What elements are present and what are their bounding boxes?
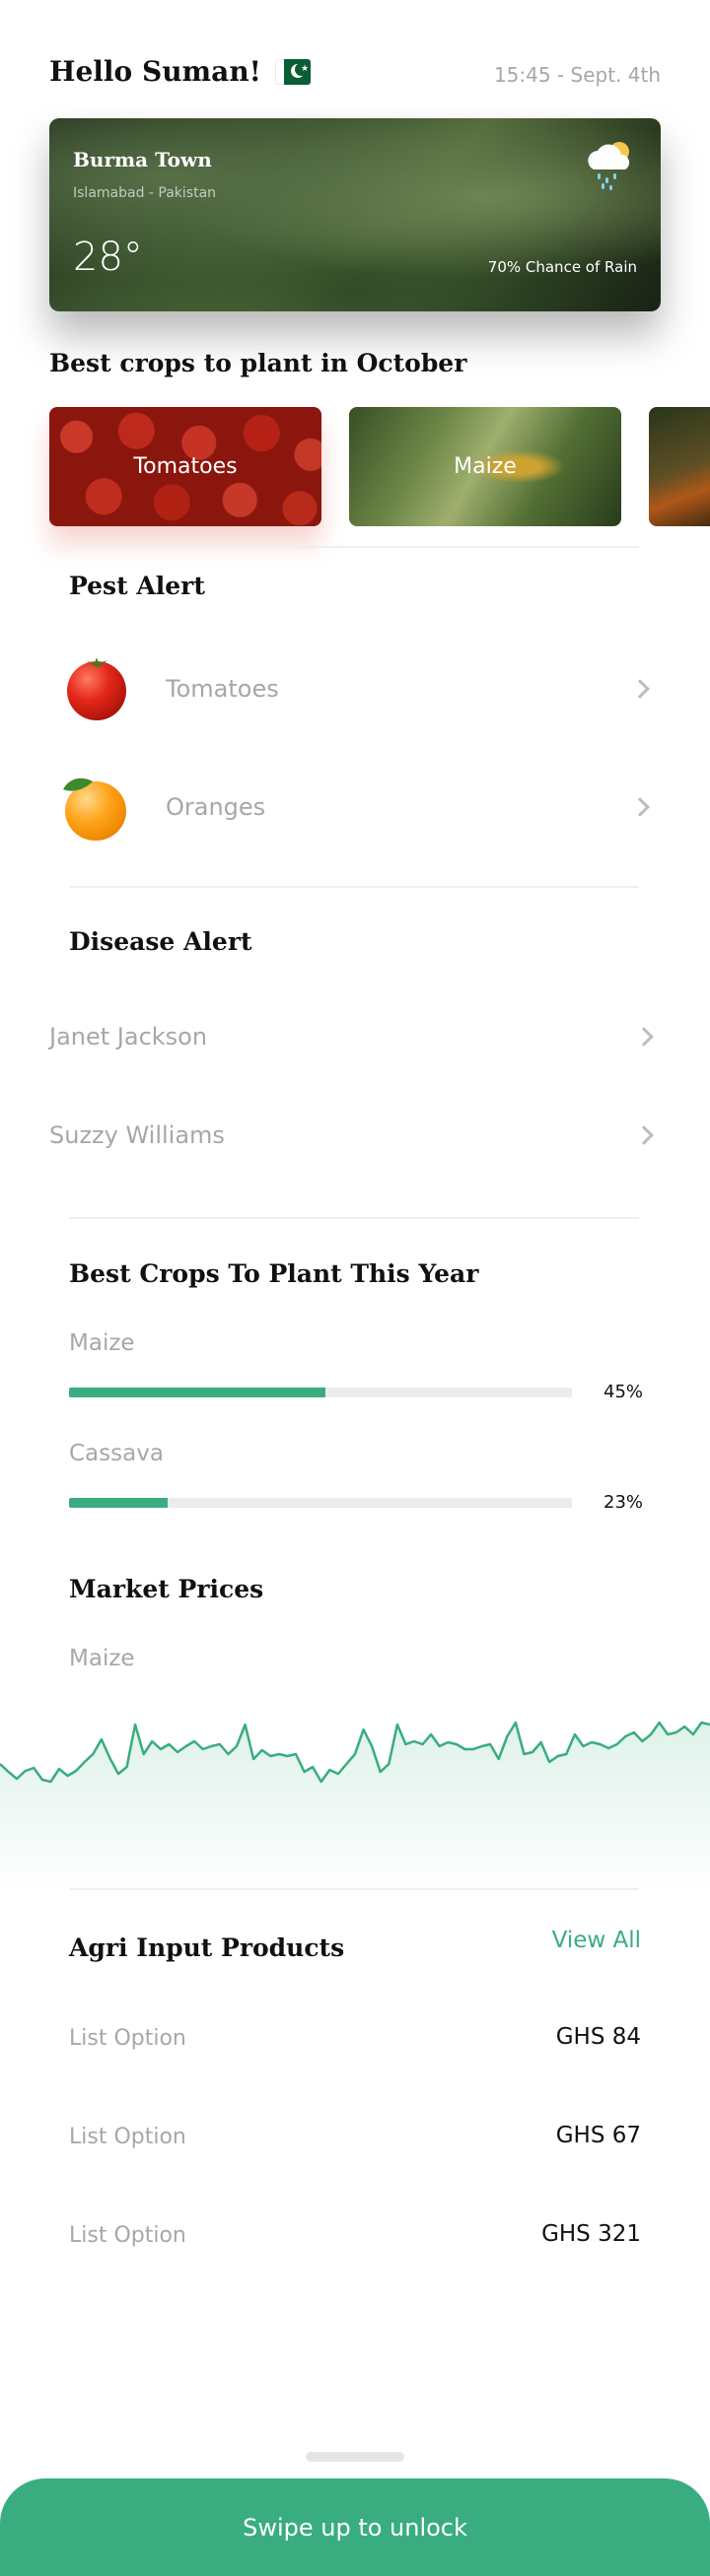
disease-item-label: Janet Jackson [49, 1023, 208, 1051]
crop-card-label: Maize [454, 454, 517, 479]
weather-rain-chance: 70% Chance of Rain [487, 258, 637, 276]
crop-card-tomatoes[interactable]: Tomatoes [49, 407, 321, 526]
divider [69, 1217, 639, 1219]
drag-handle[interactable] [306, 2452, 404, 2462]
disease-item-janet-jackson[interactable]: Janet Jackson [49, 1007, 654, 1066]
weather-temperature: 28° [73, 235, 143, 280]
agri-item-label: List Option [69, 2026, 186, 2051]
crop-card-carrots[interactable] [649, 407, 710, 526]
agri-item-label: List Option [69, 2125, 186, 2149]
crop-progress-percent: 45% [604, 1382, 644, 1402]
divider [69, 886, 639, 888]
market-series-label: Maize [69, 1646, 135, 1671]
orange-icon [59, 772, 130, 843]
crop-card-label: Tomatoes [133, 454, 238, 479]
agri-item-price: GHS 84 [555, 2024, 641, 2050]
divider [69, 546, 639, 548]
chevron-right-icon [634, 1027, 654, 1047]
greeting-row: Hello Suman! ★ [49, 55, 311, 88]
pest-item-oranges[interactable]: Oranges [59, 766, 650, 848]
pest-item-label: Oranges [166, 793, 266, 821]
agri-products-title: Agri Input Products [69, 1933, 345, 1962]
swipe-text: Swipe up to unlock [243, 2513, 467, 2542]
crop-progress-label: Cassava [69, 1441, 164, 1466]
crop-progress-fill [69, 1498, 169, 1508]
agri-list-item[interactable]: List Option GHS 67 [69, 2117, 641, 2160]
crop-progress-track [69, 1498, 572, 1508]
agri-list-item[interactable]: List Option GHS 84 [69, 2018, 641, 2062]
disease-alert-title: Disease Alert [69, 927, 252, 956]
crop-progress-fill [69, 1388, 326, 1397]
best-crops-year-title: Best Crops To Plant This Year [69, 1259, 479, 1288]
market-prices-title: Market Prices [69, 1575, 264, 1603]
greeting-text: Hello Suman! [49, 55, 261, 88]
divider [69, 1888, 639, 1890]
weather-region: Islamabad - Pakistan [73, 185, 217, 201]
agri-item-price: GHS 67 [555, 2123, 641, 2148]
crop-card-maize[interactable]: Maize [349, 407, 621, 526]
chevron-right-icon [630, 797, 650, 817]
disease-item-suzzy-williams[interactable]: Suzzy Williams [49, 1106, 654, 1165]
market-price-chart [0, 1721, 710, 1892]
swipe-to-unlock-bar[interactable]: Swipe up to unlock [0, 2478, 710, 2576]
chevron-right-icon [630, 679, 650, 699]
pest-alert-title: Pest Alert [69, 572, 205, 600]
crop-progress-track [69, 1388, 572, 1397]
tomato-icon [59, 653, 130, 724]
cloud-sun-rain-icon [588, 142, 630, 190]
pest-item-label: Tomatoes [166, 675, 279, 703]
pakistan-flag-icon: ★ [274, 58, 311, 85]
agri-list-item[interactable]: List Option GHS 321 [69, 2215, 641, 2259]
pest-item-tomatoes[interactable]: Tomatoes [59, 647, 650, 730]
datetime-text: 15:45 - Sept. 4th [493, 63, 661, 87]
agri-item-label: List Option [69, 2223, 186, 2248]
view-all-link[interactable]: View All [552, 1928, 641, 1953]
crop-progress-label: Maize [69, 1330, 135, 1356]
crop-progress-percent: 23% [604, 1492, 644, 1513]
weather-card[interactable]: Burma Town Islamabad - Pakistan 28° 70% … [49, 118, 661, 311]
disease-item-label: Suzzy Williams [49, 1121, 225, 1149]
best-crops-october-title: Best crops to plant in October [49, 349, 467, 377]
agri-item-price: GHS 321 [541, 2221, 641, 2247]
chevron-right-icon [634, 1125, 654, 1145]
weather-location: Burma Town [73, 148, 212, 171]
